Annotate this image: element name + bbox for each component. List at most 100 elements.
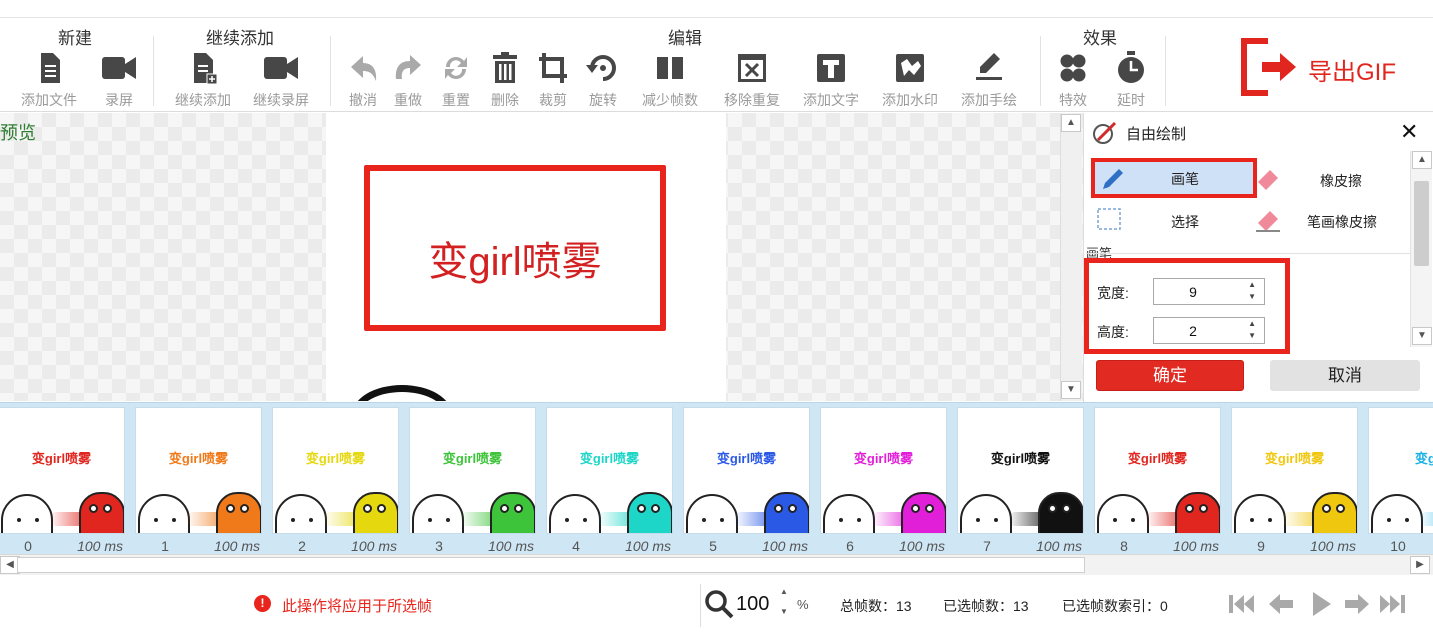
height-label: 高度:: [1097, 324, 1129, 340]
colored-character: [1175, 492, 1220, 533]
continue-add-button[interactable]: 继续添加: [165, 51, 241, 111]
export-gif-label: 导出GIF: [1308, 59, 1396, 86]
ghost-eye: [446, 518, 450, 522]
frame-thumbnail[interactable]: 变girl喷雾 6 100 ms: [820, 407, 951, 554]
remove-duplicates-label: 移除重复: [724, 92, 780, 108]
clover-icon: [1060, 54, 1086, 82]
confirm-button[interactable]: 确定: [1096, 360, 1244, 391]
record-screen-button[interactable]: 录屏: [81, 51, 157, 111]
rotate-button[interactable]: 旋转: [565, 51, 641, 111]
eraser-tool-option[interactable]: 橡皮擦: [1254, 160, 1404, 196]
width-value: 9: [1189, 284, 1197, 300]
frame-preview: 变girl喷雾: [546, 407, 673, 534]
zoom-down-icon[interactable]: ▼: [780, 607, 788, 616]
export-gif-button[interactable]: 导出GIF: [1240, 38, 1410, 96]
frame-caption: 变girl喷雾: [442, 451, 503, 466]
zoom-up-icon[interactable]: ▲: [780, 587, 788, 596]
close-icon[interactable]: ✕: [1400, 119, 1418, 145]
zoom-control[interactable]: 100 ▲ ▼ %: [700, 584, 812, 627]
add-text-button[interactable]: 添加文字: [793, 51, 869, 111]
remove-duplicates-button[interactable]: 移除重复: [714, 51, 790, 111]
select-tool-option[interactable]: 选择: [1096, 201, 1246, 237]
ghost-eye: [1113, 518, 1117, 522]
next-frame-icon[interactable]: [1342, 590, 1372, 618]
character-outline: [352, 385, 452, 401]
strip-horizontal-scrollbar[interactable]: ◀ ▶: [0, 554, 1433, 575]
scroll-right-icon[interactable]: ▶: [1410, 556, 1430, 574]
stepper-up-icon[interactable]: ▲: [1248, 319, 1256, 328]
ghost-eye: [994, 518, 998, 522]
frame-thumbnail[interactable]: 变girl喷雾 8 100 ms: [1094, 407, 1225, 554]
last-frame-icon[interactable]: [1378, 590, 1408, 618]
ghost-eye: [720, 518, 724, 522]
ghost-eye: [839, 518, 843, 522]
add-drawing-button[interactable]: 添加手绘: [951, 51, 1027, 111]
app-window: 新建 继续添加 编辑 效果 添加文件 录屏 继续添加 继续录屏 撤消 重做 重置…: [0, 0, 1433, 633]
ghost-character: [1371, 494, 1423, 533]
stroke-eraser-label: 笔画橡皮擦: [1307, 214, 1377, 230]
frame-duration: 100 ms: [1036, 538, 1082, 554]
frame-thumbnail[interactable]: 变girl喷雾 2 100 ms: [272, 407, 403, 554]
add-file-label: 添加文件: [21, 92, 77, 108]
continue-record-label: 继续录屏: [253, 92, 309, 108]
scroll-up-icon[interactable]: ▲: [1412, 151, 1432, 169]
ghost-eye: [309, 518, 313, 522]
ghost-eye: [976, 518, 980, 522]
stepper-up-icon[interactable]: ▲: [1248, 280, 1256, 289]
character-eye: [514, 504, 523, 513]
character-eye: [226, 504, 235, 513]
continue-record-button[interactable]: 继续录屏: [243, 51, 319, 111]
add-watermark-button[interactable]: 添加水印: [872, 51, 948, 111]
frame-thumbnail[interactable]: 变girl喷雾 9 100 ms: [1231, 407, 1362, 554]
add-text-label: 添加文字: [803, 92, 859, 108]
frame-thumbnail[interactable]: 变girl喷雾 4 100 ms: [546, 407, 677, 554]
frame-thumbnail[interactable]: 变girl喷雾 0 100 ms: [0, 407, 129, 554]
frame-strip: 变girl喷雾 0 100 ms 变girl喷雾 1 100 ms 变girl喷雾 2 100 …: [0, 402, 1433, 554]
stroke-eraser-tool-option[interactable]: 笔画橡皮擦: [1254, 201, 1404, 237]
text-icon: [817, 54, 845, 82]
preview-vertical-scrollbar[interactable]: ▲ ▼: [1060, 113, 1082, 401]
frame-index: 7: [983, 538, 991, 554]
width-stepper[interactable]: 9 ▲ ▼: [1153, 278, 1265, 305]
height-value: 2: [1189, 323, 1197, 339]
delay-button[interactable]: 延时: [1093, 51, 1169, 111]
ghost-character: [138, 494, 190, 533]
ghost-eye: [1387, 518, 1391, 522]
panel-scrollbar[interactable]: ▲ ▼: [1410, 151, 1432, 347]
frame-caption: 变girl喷雾: [305, 451, 366, 466]
reduce-frames-button[interactable]: 减少帧数: [632, 51, 708, 111]
frame-thumbnail[interactable]: 变girl喷雾 7 100 ms: [957, 407, 1088, 554]
frame-thumbnail[interactable]: 变girl 10: [1368, 407, 1433, 554]
scroll-up-icon[interactable]: ▲: [1061, 114, 1081, 132]
warning-icon: !: [254, 595, 271, 612]
add-file-button[interactable]: 添加文件: [11, 51, 87, 111]
cancel-button[interactable]: 取消: [1270, 360, 1420, 391]
frame-thumbnail[interactable]: 变girl喷雾 5 100 ms: [683, 407, 814, 554]
scroll-down-icon[interactable]: ▼: [1412, 327, 1432, 345]
character-eye: [651, 504, 660, 513]
scroll-down-icon[interactable]: ▼: [1061, 381, 1081, 399]
height-stepper[interactable]: 2 ▲ ▼: [1153, 317, 1265, 344]
frame-preview: 变girl喷雾: [272, 407, 399, 534]
first-frame-icon[interactable]: [1226, 590, 1256, 618]
pen-icon: [976, 53, 1002, 80]
frame-preview: 变girl: [1368, 407, 1433, 534]
group-title-new: 新建: [58, 29, 92, 48]
canvas-caption: 变girl喷雾: [428, 240, 602, 284]
preview-canvas[interactable]: 变girl喷雾: [326, 113, 726, 401]
previous-frame-icon[interactable]: [1266, 590, 1296, 618]
strip-scroll-thumb[interactable]: [17, 557, 1085, 573]
zoom-value[interactable]: 100: [736, 593, 769, 616]
stepper-down-icon[interactable]: ▼: [1248, 292, 1256, 301]
pen-tool-option[interactable]: 画笔: [1091, 158, 1257, 198]
status-bar: ! 此操作将应用于所选帧 100 ▲ ▼ % 总帧数：13 已选帧数：13 已选…: [0, 576, 1433, 633]
frame-thumbnail[interactable]: 变girl喷雾 1 100 ms: [135, 407, 266, 554]
panel-scroll-thumb[interactable]: [1414, 181, 1429, 266]
character-eye: [500, 504, 509, 513]
stepper-down-icon[interactable]: ▼: [1248, 331, 1256, 340]
frame-thumbnail[interactable]: 变girl喷雾 3 100 ms: [409, 407, 540, 554]
ghost-eye: [857, 518, 861, 522]
frame-preview: 变girl喷雾: [0, 407, 125, 534]
play-icon[interactable]: [1306, 590, 1336, 618]
frame-duration: 100 ms: [77, 538, 123, 554]
